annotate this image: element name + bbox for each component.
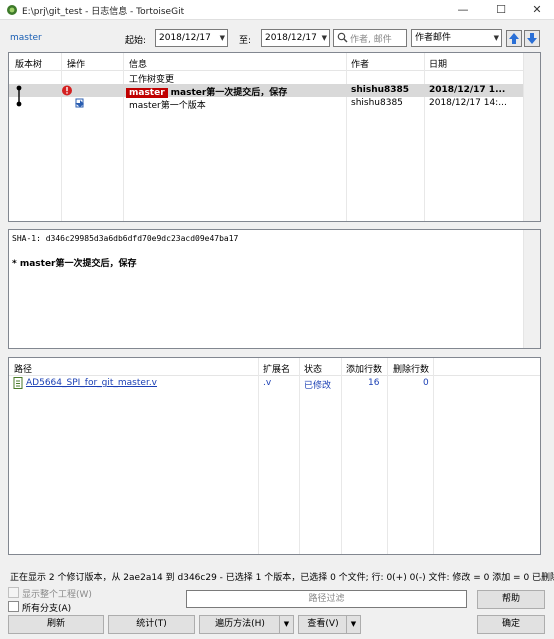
show-whole-project-label: 显示整个工程(W)	[22, 590, 92, 600]
text-file-icon	[13, 377, 23, 389]
log-row[interactable]: 工作树变更	[9, 71, 524, 85]
log-message: master第一个版本	[129, 101, 206, 111]
chevron-down-icon: ▼	[321, 34, 327, 42]
chevron-down-icon[interactable]: ▼	[279, 616, 293, 633]
view-button[interactable]: 查看(V) ▼	[298, 615, 361, 634]
log-row[interactable]: master master第一次提交后，保存 shishu8385 2018/12…	[9, 84, 524, 98]
help-button[interactable]: 帮助	[477, 590, 545, 609]
all-branches-label: 所有分支(A)	[22, 604, 72, 614]
to-date-value: 2018/12/17	[265, 33, 317, 43]
tortoisegit-icon	[7, 5, 17, 15]
from-date-value: 2018/12/17	[159, 33, 211, 43]
chevron-down-icon[interactable]: ▼	[346, 616, 360, 633]
show-whole-project-checkbox[interactable]	[8, 587, 19, 598]
search-icon	[337, 32, 348, 43]
col-date[interactable]: 日期	[429, 57, 447, 70]
commit-message: * master第一次提交后，保存	[12, 259, 137, 269]
close-button[interactable]: ✕	[520, 0, 554, 20]
filter-toolbar: master 起始: 2018/12/17 ▼ 至: 2018/12/17 ▼ …	[0, 24, 554, 52]
file-added-lines: 16	[368, 378, 380, 388]
all-branches-checkbox[interactable]	[8, 601, 19, 612]
col-path[interactable]: 路径	[14, 362, 32, 375]
col-deleted-lines[interactable]: 删除行数	[393, 362, 429, 375]
back-button[interactable]	[506, 30, 522, 47]
chevron-down-icon: ▼	[493, 34, 499, 42]
log-header: 版本树 操作 信息 作者 日期	[9, 53, 540, 71]
col-actions[interactable]: 操作	[67, 57, 85, 70]
log-scrollbar[interactable]	[523, 53, 540, 221]
file-deleted-lines: 0	[423, 378, 429, 388]
walk-method-button[interactable]: 遍历方法(H) ▼	[199, 615, 294, 634]
from-date-picker[interactable]: 2018/12/17 ▼	[155, 29, 228, 47]
search-input[interactable]: 作者, 邮件	[333, 29, 407, 47]
filter-field-value: 作者邮件	[415, 33, 452, 43]
revision-graph	[16, 85, 22, 107]
file-status: 已修改	[304, 381, 332, 391]
commit-action-icon	[75, 98, 84, 108]
window-title: E:\prj\git_test - 日志信息 - TortoiseGit	[22, 7, 185, 17]
log-date: 2018/12/17 14:...	[429, 98, 507, 108]
changed-files-list[interactable]: 路径 扩展名 状态 添加行数 删除行数 AD5664_SPI_for_git_m…	[8, 357, 541, 555]
log-author: shishu8385	[351, 85, 410, 95]
col-message[interactable]: 信息	[129, 57, 147, 70]
search-placeholder: 作者, 邮件	[350, 35, 392, 45]
ok-button[interactable]: 确定	[477, 615, 545, 634]
to-label: 至:	[239, 36, 252, 46]
minimize-button[interactable]: —	[446, 0, 480, 20]
title-bar: E:\prj\git_test - 日志信息 - TortoiseGit — ☐…	[0, 0, 554, 20]
stats-button[interactable]: 统计(T)	[108, 615, 195, 634]
back-arrow-icon	[509, 33, 519, 44]
col-extension[interactable]: 扩展名	[263, 362, 290, 375]
forward-button[interactable]	[524, 30, 540, 47]
log-row[interactable]: master第一个版本 shishu8385 2018/12/17 14:...	[9, 97, 524, 111]
branch-link[interactable]: master	[10, 33, 42, 43]
detail-scrollbar[interactable]	[523, 230, 540, 348]
maximize-button[interactable]: ☐	[484, 0, 518, 20]
chevron-down-icon: ▼	[219, 34, 225, 42]
view-label: 查看(V)	[307, 619, 339, 629]
path-filter-input[interactable]: 路径过滤	[186, 590, 467, 608]
col-added-lines[interactable]: 添加行数	[346, 362, 382, 375]
col-author[interactable]: 作者	[351, 57, 369, 70]
commit-detail-pane[interactable]: SHA-1: d346c29985d3a6db6dfd70e9dc23acd09…	[8, 229, 541, 349]
col-graph[interactable]: 版本树	[15, 57, 42, 70]
files-header: 路径 扩展名 状态 添加行数 删除行数	[9, 358, 540, 376]
commit-sha: SHA-1: d346c29985d3a6db6dfd70e9dc23acd09…	[12, 234, 239, 243]
col-status[interactable]: 状态	[304, 362, 322, 375]
walk-method-label: 遍历方法(H)	[215, 619, 265, 629]
error-icon	[62, 85, 72, 96]
log-date: 2018/12/17 1...	[429, 85, 506, 95]
to-date-picker[interactable]: 2018/12/17 ▼	[261, 29, 330, 47]
log-author: shishu8385	[351, 98, 403, 108]
from-label: 起始:	[125, 36, 147, 46]
filter-field-select[interactable]: 作者邮件 ▼	[411, 29, 502, 47]
file-row[interactable]: AD5664_SPI_for_git_master.v .v 已修改 16 0	[9, 377, 524, 391]
refresh-button[interactable]: 刷新	[8, 615, 104, 634]
file-extension: .v	[263, 378, 272, 388]
file-path[interactable]: AD5664_SPI_for_git_master.v	[26, 378, 157, 388]
forward-arrow-icon	[527, 33, 537, 44]
status-summary: 正在显示 2 个修订版本，从 2ae2a14 到 d346c29 - 已选择 1…	[10, 573, 554, 583]
log-list[interactable]: 版本树 操作 信息 作者 日期 工作树变更 master master第一次提交后…	[8, 52, 541, 222]
